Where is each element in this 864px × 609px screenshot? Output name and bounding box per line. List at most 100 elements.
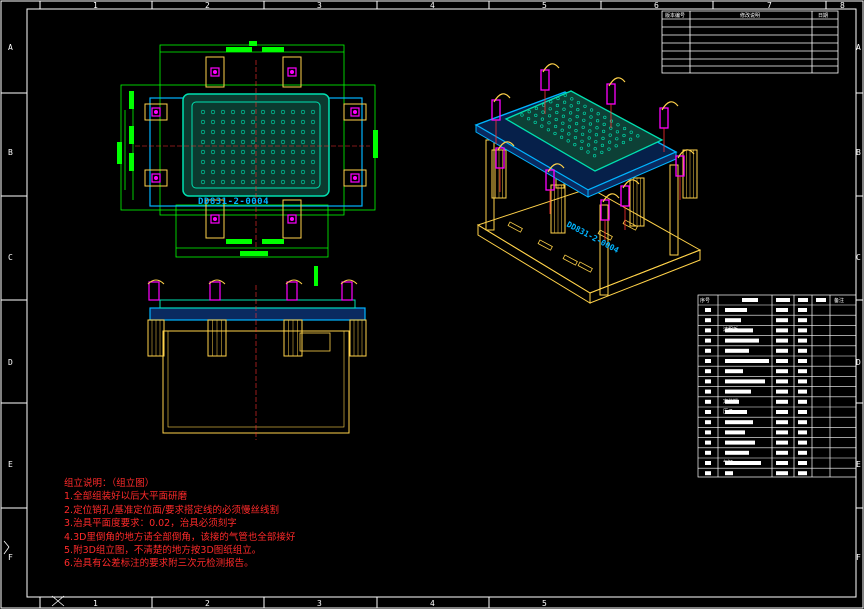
bom-cell-fill xyxy=(725,389,751,394)
bom-header-fill xyxy=(776,298,790,302)
bom-qty-fill xyxy=(776,420,788,425)
bom-mat-fill xyxy=(798,410,807,414)
front-top-plate xyxy=(149,307,366,321)
bom-qty-fill xyxy=(776,318,788,323)
bom-qty-fill xyxy=(776,450,788,455)
front-valve xyxy=(299,332,331,352)
bom-qty-fill xyxy=(776,359,788,363)
bom-qty-fill xyxy=(776,461,788,465)
rev-header-version: 版本编号 xyxy=(665,13,686,19)
bom-mat-fill xyxy=(798,338,807,343)
bom-mat-fill xyxy=(798,430,807,435)
iso-clamp-arm xyxy=(608,77,626,87)
bom-index-fill xyxy=(705,369,711,374)
bom-row-label: 压爪 xyxy=(723,409,734,415)
clamp-pin-center xyxy=(290,70,294,74)
bom-header-fill xyxy=(742,298,758,302)
zone-row-label-right: A xyxy=(856,43,861,52)
bom-qty-fill xyxy=(776,328,788,333)
bom-index-fill xyxy=(705,461,711,465)
clamp-pin-center xyxy=(290,217,294,221)
bom-qty-fill xyxy=(776,430,788,435)
bom-mat-fill xyxy=(798,308,807,312)
zone-row-label: A xyxy=(8,43,13,52)
bom-qty-fill xyxy=(776,338,788,343)
clamp-pin-center xyxy=(154,110,158,114)
iso-leg xyxy=(669,164,679,256)
bom-mat-fill xyxy=(798,450,807,455)
bom-index-fill xyxy=(705,440,711,445)
bom-cell-fill xyxy=(725,318,741,323)
bom-index-fill xyxy=(705,420,711,425)
bom-qty-fill xyxy=(776,308,788,312)
bom-cell-fill xyxy=(725,379,765,384)
bom-mat-fill xyxy=(798,399,807,404)
bom-cell-fill xyxy=(725,359,769,363)
iso-clamp-pin xyxy=(495,147,505,169)
front-clamps xyxy=(147,279,358,301)
zone-col-label: 7 xyxy=(767,1,772,10)
bom-mat-fill xyxy=(798,359,807,363)
zone-row-label-right: B xyxy=(856,148,861,157)
notes-line-6: 6.治具有公差标注的要求附三次元检测报告。 xyxy=(64,558,254,570)
bom-index-fill xyxy=(705,410,711,414)
bom-qty-fill xyxy=(776,410,788,414)
top-view: DD831-2-0004 xyxy=(117,41,378,258)
bom-qty-fill xyxy=(776,348,788,353)
iso-clamp-arm xyxy=(602,193,620,203)
zone-row-label-right: F xyxy=(856,553,861,562)
iso-leg xyxy=(485,139,495,231)
iso-slot xyxy=(537,239,553,251)
notes-title: 组立说明：（组立图） xyxy=(64,478,155,489)
bom-mat-fill xyxy=(798,328,807,333)
bom-mat-fill xyxy=(798,379,807,384)
front-base-frame xyxy=(162,330,350,434)
front-clamp-pin xyxy=(209,281,221,301)
rev-header-date: 日期 xyxy=(818,13,829,19)
bom-mat-fill xyxy=(798,461,807,465)
bom-cell-fill xyxy=(725,430,745,435)
iso-base-top xyxy=(476,187,702,294)
bom-cell-fill xyxy=(725,450,749,455)
zone-col-label: 6 xyxy=(654,1,659,10)
zone-row-label: C xyxy=(8,253,13,262)
bom-mat-fill xyxy=(798,318,807,323)
zone-col-label-bottom: 4 xyxy=(430,599,435,608)
assembly-notes: 组立说明：（组立图） 1.全部组装好以后大平面研磨 2.定位销孔/基准定位面/要… xyxy=(64,477,295,571)
iso-clamp-pin xyxy=(659,107,669,129)
iso-slot xyxy=(507,221,523,233)
bom-mat-fill xyxy=(798,440,807,445)
bom-index-fill xyxy=(705,338,711,343)
iso-clamp-arm xyxy=(542,63,560,73)
bom-cell-fill xyxy=(725,308,747,312)
bom-qty-fill xyxy=(776,369,788,374)
ucs-icon xyxy=(3,540,65,607)
bom-header-remark: 备注 xyxy=(834,298,845,304)
zone-col-label: 8 xyxy=(840,1,845,10)
iso-slot xyxy=(577,261,593,273)
clamp-pin-center xyxy=(213,217,217,221)
bom-index-fill xyxy=(705,450,711,455)
front-clamp-pin xyxy=(286,281,298,301)
bom-mat-fill xyxy=(798,369,807,374)
iso-clamp-pin xyxy=(540,69,550,91)
zone-row-label: B xyxy=(8,148,13,157)
bom-cell-fill xyxy=(725,471,733,476)
notes-line-3: 3.治具平面度要求：0.02，治具必须刻字 xyxy=(64,518,237,530)
bom-row-label: 过程板 xyxy=(723,327,739,334)
bom-mat-fill xyxy=(798,348,807,353)
zone-row-label: F xyxy=(8,553,13,562)
iso-clamp-pin xyxy=(620,185,630,207)
bom-mat-fill xyxy=(798,471,807,476)
zone-col-label: 2 xyxy=(205,1,210,10)
zone-row-label-right: C xyxy=(856,253,861,262)
clamp-pin-center xyxy=(353,176,357,180)
zone-col-label-bottom: 2 xyxy=(205,599,210,608)
bom-row-lines xyxy=(698,298,856,476)
rev-header-description: 修改说明 xyxy=(740,13,761,19)
front-cylinders xyxy=(147,319,367,357)
zone-row-label: E xyxy=(8,460,13,469)
bom-header-fill xyxy=(816,298,826,302)
front-dim-mark xyxy=(314,266,318,286)
bom-index-fill xyxy=(705,430,711,435)
